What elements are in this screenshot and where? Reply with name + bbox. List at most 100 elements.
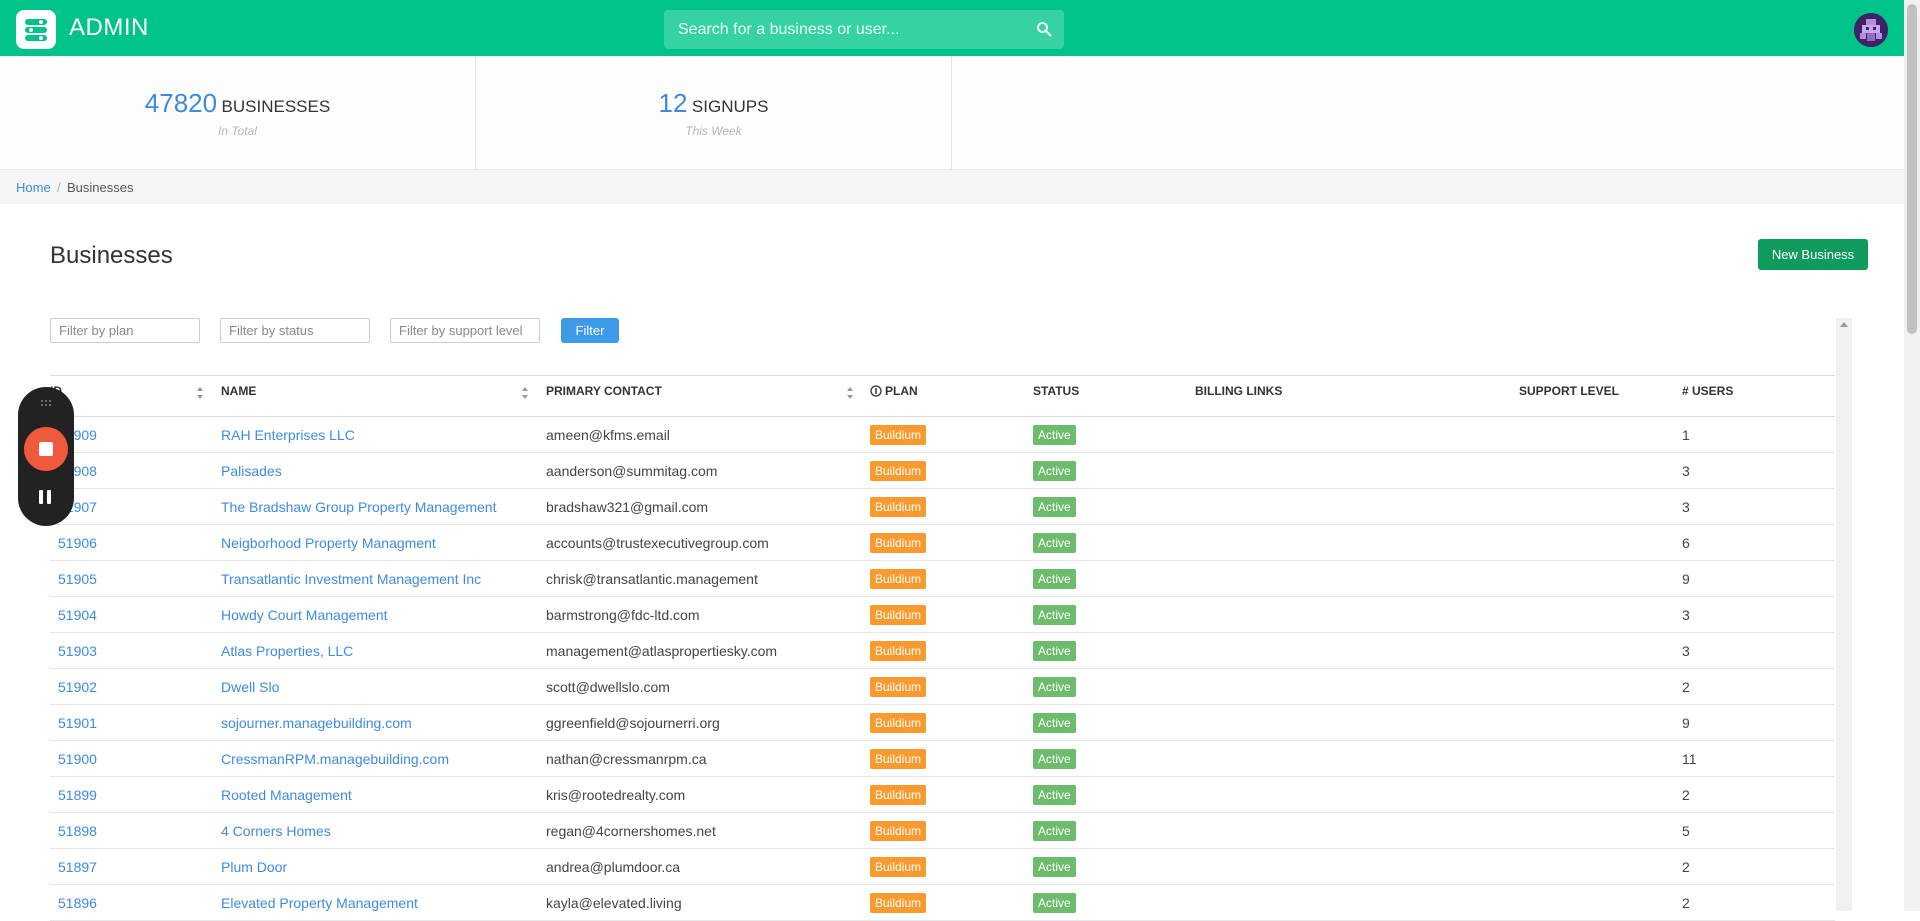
business-id-link[interactable]: 51904: [58, 607, 97, 623]
table-scrollbar[interactable]: [1836, 318, 1852, 911]
business-id-link[interactable]: 51897: [58, 859, 97, 875]
stat-label: BUSINESSES: [221, 97, 331, 116]
business-name-link[interactable]: Atlas Properties, LLC: [221, 643, 353, 659]
business-id-link[interactable]: 51903: [58, 643, 97, 659]
column-header-billing-links: BILLING LINKS: [1195, 384, 1283, 398]
business-name-link[interactable]: 4 Corners Homes: [221, 823, 331, 839]
column-header-plan[interactable]: PLAN: [885, 384, 918, 398]
stat-value: 12: [658, 88, 688, 118]
users-count: 3: [1682, 463, 1690, 479]
status-badge: Active: [1033, 785, 1076, 805]
status-badge: Active: [1033, 461, 1076, 481]
business-id-link[interactable]: 51906: [58, 535, 97, 551]
business-name-link[interactable]: The Bradshaw Group Property Management: [221, 499, 496, 515]
filter-plan-input[interactable]: [50, 318, 200, 343]
stat-sub: In Total: [218, 124, 257, 138]
business-id-link[interactable]: 51898: [58, 823, 97, 839]
column-header-name[interactable]: NAME: [221, 384, 256, 398]
primary-contact: ggreenfield@sojournerri.org: [546, 715, 720, 731]
business-id-link[interactable]: 51900: [58, 751, 97, 767]
business-id-link[interactable]: 51901: [58, 715, 97, 731]
filter-support-input[interactable]: [390, 318, 540, 343]
table-row[interactable]: 51899 Rooted Management kris@rootedrealty.…: [50, 777, 1835, 813]
drag-handle-icon[interactable]: [40, 399, 52, 407]
status-badge: Active: [1033, 677, 1076, 697]
status-badge: Active: [1033, 893, 1076, 913]
business-name-link[interactable]: Elevated Property Management: [221, 895, 418, 911]
info-icon[interactable]: [870, 385, 882, 397]
status-badge: Active: [1033, 713, 1076, 733]
scroll-up-icon[interactable]: [1840, 322, 1848, 327]
users-count: 11: [1682, 751, 1697, 767]
primary-contact: chrisk@transatlantic.management: [546, 571, 758, 587]
business-name-link[interactable]: Transatlantic Investment Management Inc: [221, 571, 481, 587]
business-name-link[interactable]: sojourner.managebuilding.com: [221, 715, 412, 731]
status-badge: Active: [1033, 749, 1076, 769]
users-count: 2: [1682, 895, 1690, 911]
business-name-link[interactable]: Rooted Management: [221, 787, 352, 803]
stat-signups: 12 SIGNUPS This Week: [476, 56, 952, 170]
business-name-link[interactable]: Palisades: [221, 463, 282, 479]
business-id-link[interactable]: 51905: [58, 571, 97, 587]
filter-status-input[interactable]: [220, 318, 370, 343]
column-header-primary-contact[interactable]: PRIMARY CONTACT: [546, 384, 662, 398]
table-row[interactable]: 51908 Palisades aanderson@summitag.com Buil…: [50, 453, 1835, 489]
table-row[interactable]: 51906 Neigborhood Property Managment accou…: [50, 525, 1835, 561]
stop-recording-button[interactable]: [24, 427, 68, 471]
business-name-link[interactable]: Dwell Slo: [221, 679, 279, 695]
business-name-link[interactable]: Plum Door: [221, 859, 287, 875]
pause-icon[interactable]: [39, 490, 53, 504]
table-row[interactable]: 51897 Plum Door andrea@plumdoor.ca Buildium…: [50, 849, 1835, 885]
table-row[interactable]: 51898 4 Corners Homes regan@4cornershomes.…: [50, 813, 1835, 849]
users-count: 2: [1682, 679, 1690, 695]
column-header-users[interactable]: # USERS: [1682, 384, 1733, 398]
search-input[interactable]: [678, 10, 1018, 49]
scrollbar-thumb[interactable]: [1907, 4, 1917, 334]
plan-badge: Buildium: [870, 749, 927, 769]
plan-badge: Buildium: [870, 785, 927, 805]
users-count: 2: [1682, 787, 1690, 803]
business-name-link[interactable]: CressmanRPM.managebuilding.com: [221, 751, 449, 767]
sort-icon[interactable]: [521, 386, 529, 400]
app-title: ADMIN: [69, 14, 149, 41]
table-row[interactable]: 51909 RAH Enterprises LLC ameen@kfms.email…: [50, 417, 1835, 453]
table-row[interactable]: 51903 Atlas Properties, LLC management@atl…: [50, 633, 1835, 669]
business-id-link[interactable]: 51902: [58, 679, 97, 695]
stat-label: SIGNUPS: [691, 97, 769, 116]
table-row[interactable]: 51904 Howdy Court Management barmstrong@fd…: [50, 597, 1835, 633]
table-row[interactable]: 51902 Dwell Slo scott@dwellslo.com Buildium…: [50, 669, 1835, 705]
column-header-status[interactable]: STATUS: [1033, 384, 1079, 398]
status-badge: Active: [1033, 497, 1076, 517]
business-name-link[interactable]: Neigborhood Property Managment: [221, 535, 436, 551]
primary-contact: kris@rootedrealty.com: [546, 787, 686, 803]
table-row[interactable]: 51901 sojourner.managebuilding.com ggreenf…: [50, 705, 1835, 741]
avatar[interactable]: [1854, 13, 1888, 47]
table-row[interactable]: 51900 CressmanRPM.managebuilding.com natha…: [50, 741, 1835, 777]
table-row[interactable]: 51907 The Bradshaw Group Property Managem…: [50, 489, 1835, 525]
filter-button[interactable]: Filter: [561, 318, 619, 343]
top-bar: ADMIN: [0, 0, 1904, 56]
primary-contact: management@atlaspropertiesky.com: [546, 643, 778, 659]
business-name-link[interactable]: RAH Enterprises LLC: [221, 427, 355, 443]
page-scrollbar[interactable]: [1904, 0, 1920, 911]
search-icon[interactable]: [1036, 21, 1052, 37]
plan-badge: Buildium: [870, 641, 927, 661]
column-header-support-level[interactable]: SUPPORT LEVEL: [1519, 384, 1619, 398]
sort-icon[interactable]: [846, 386, 854, 400]
table-row[interactable]: 51905 Transatlantic Investment Management…: [50, 561, 1835, 597]
app-logo-icon[interactable]: [16, 10, 56, 49]
search-box[interactable]: [664, 10, 1064, 49]
new-business-button[interactable]: New Business: [1758, 239, 1868, 270]
primary-contact: andrea@plumdoor.ca: [546, 859, 681, 875]
stat-sub: This Week: [685, 124, 742, 138]
business-name-link[interactable]: Howdy Court Management: [221, 607, 388, 623]
table-row[interactable]: 51896 Elevated Property Management kayla@e…: [50, 885, 1835, 921]
primary-contact: accounts@trustexecutivegroup.com: [546, 535, 769, 551]
users-count: 5: [1682, 823, 1690, 839]
sort-icon[interactable]: [196, 386, 204, 400]
business-id-link[interactable]: 51899: [58, 787, 97, 803]
breadcrumb-home-link[interactable]: Home: [16, 180, 51, 195]
users-count: 6: [1682, 535, 1690, 551]
business-id-link[interactable]: 51896: [58, 895, 97, 911]
plan-badge: Buildium: [870, 461, 927, 481]
